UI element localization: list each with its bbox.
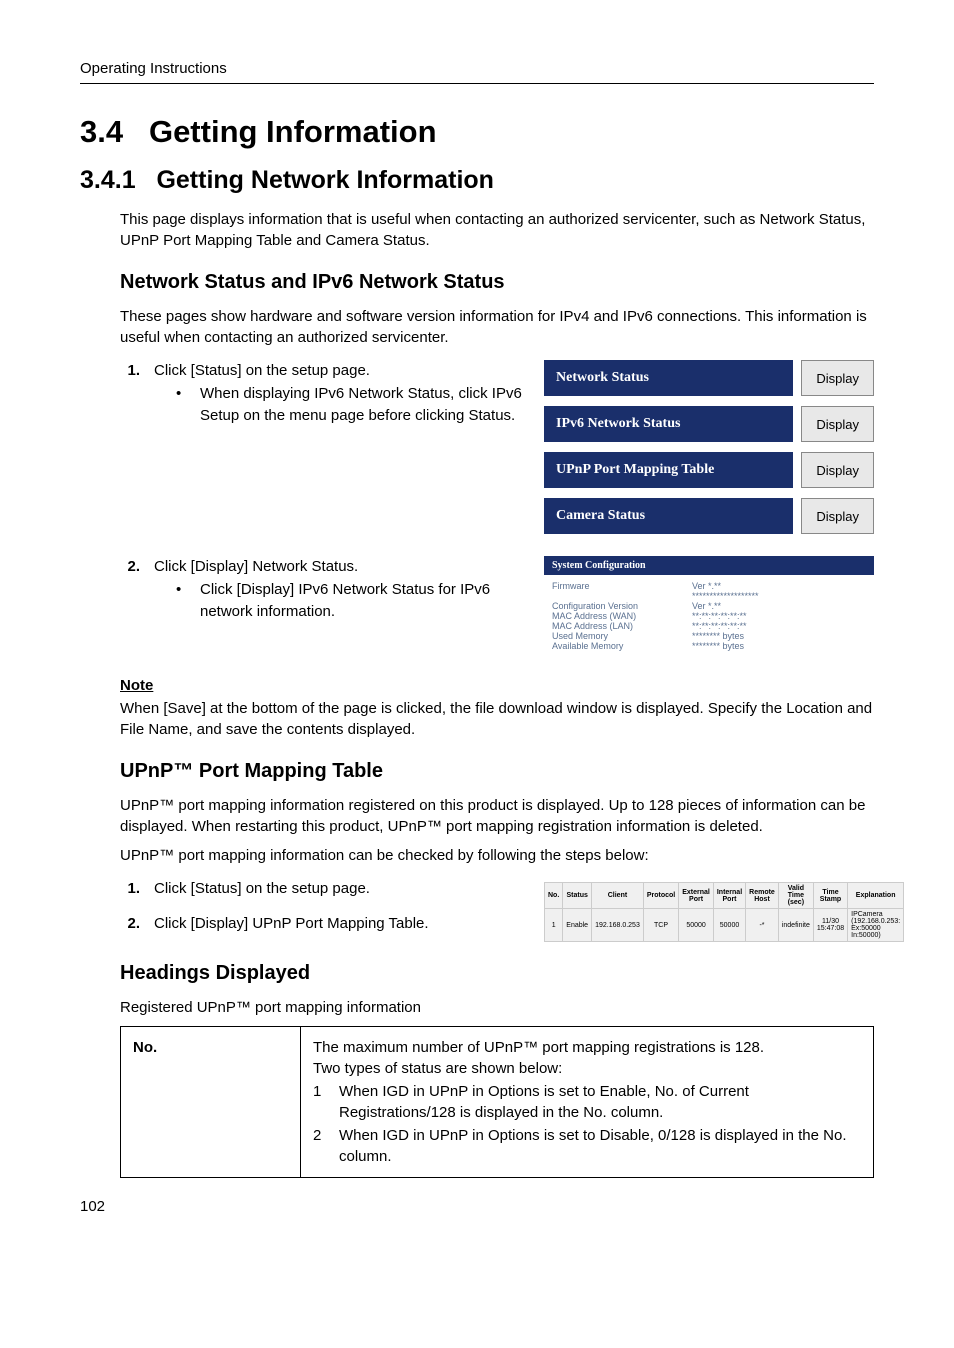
step-number-1: 1. (120, 360, 154, 428)
headings-item1-text: When IGD in UPnP in Options is set to En… (339, 1081, 861, 1123)
table-header: No. (545, 883, 563, 909)
display-button-camera[interactable]: Display (801, 498, 874, 534)
table-header: Client (592, 883, 644, 909)
table-header: Internal Port (713, 883, 745, 909)
upnp-p1: UPnP™ port mapping information registere… (120, 795, 874, 837)
headings-item1-num: 1 (313, 1081, 339, 1123)
headings-line1: The maximum number of UPnP™ port mapping… (313, 1037, 861, 1058)
page-header: Operating Instructions (80, 60, 874, 77)
upnp-step2-text: Click [Display] UPnP Port Mapping Table. (154, 913, 429, 936)
note-heading: Note (120, 677, 874, 694)
subsection-number: 3.4.1 (80, 166, 136, 194)
sysconf-val: ******** bytes (692, 641, 744, 651)
headings-line2: Two types of status are shown below: (313, 1058, 861, 1079)
intro-paragraph: This page displays information that is u… (120, 209, 874, 251)
panel-camera-status: Camera Status (544, 498, 793, 534)
section-heading-main: 3.4 Getting Information (80, 114, 874, 150)
table-cell: 1 (545, 909, 563, 942)
table-header: Valid Time (sec) (778, 883, 813, 909)
section-number: 3.4 (80, 114, 123, 149)
sysconf-val: **:**:**:**:**:** (692, 621, 747, 631)
table-cell: IPCamera (192.168.0.253: Ex:50000 In:500… (848, 909, 904, 942)
sysconf-key: MAC Address (LAN) (552, 621, 692, 631)
headings-item2-num: 2 (313, 1125, 339, 1167)
sysconf-val: ******************* (692, 591, 759, 601)
sysconf-key (552, 591, 692, 601)
table-header: Protocol (643, 883, 678, 909)
table-cell: 50000 (713, 909, 745, 942)
step-1-text: Click [Status] on the setup page. (154, 360, 524, 383)
upnp-mapping-table: No. Status Client Protocol External Port… (544, 882, 904, 942)
network-status-heading: Network Status and IPv6 Network Status (120, 271, 874, 294)
display-button-network-status[interactable]: Display (801, 360, 874, 396)
upnp-step2-num: 2. (120, 913, 154, 936)
table-cell: indefinite (778, 909, 813, 942)
panel-upnp-table: UPnP Port Mapping Table (544, 452, 793, 488)
headings-displayed-heading: Headings Displayed (120, 962, 874, 985)
table-cell: 11/30 15:47:08 (813, 909, 847, 942)
panel-network-status: Network Status (544, 360, 793, 396)
table-header: Status (563, 883, 592, 909)
step-2-text: Click [Display] Network Status. (154, 556, 524, 579)
table-cell: 192.168.0.253 (592, 909, 644, 942)
section-heading-sub: 3.4.1 Getting Network Information (80, 166, 874, 195)
table-cell: 50000 (679, 909, 714, 942)
page-number: 102 (80, 1198, 874, 1215)
table-header: Explanation (848, 883, 904, 909)
table-header: Remote Host (746, 883, 779, 909)
bullet-icon: • (176, 383, 200, 428)
step-1-bullet: When displaying IPv6 Network Status, cli… (200, 383, 524, 428)
subsection-title: Getting Network Information (156, 166, 494, 194)
display-button-ipv6-status[interactable]: Display (801, 406, 874, 442)
sysconf-title: System Configuration (544, 556, 874, 575)
display-button-upnp[interactable]: Display (801, 452, 874, 488)
upnp-p2: UPnP™ port mapping information can be ch… (120, 845, 874, 866)
panel-ipv6-status: IPv6 Network Status (544, 406, 793, 442)
sysconf-key: MAC Address (WAN) (552, 611, 692, 621)
network-status-desc: These pages show hardware and software v… (120, 306, 874, 348)
note-text: When [Save] at the bottom of the page is… (120, 698, 874, 740)
headings-col-no: No. (121, 1027, 301, 1178)
sysconf-key: Available Memory (552, 641, 692, 651)
table-header: Time Stamp (813, 883, 847, 909)
sysconf-val: ******** bytes (692, 631, 744, 641)
table-header: External Port (679, 883, 714, 909)
upnp-step1-num: 1. (120, 878, 154, 901)
sysconf-val: **:**:**:**:**:** (692, 611, 747, 621)
table-cell: -* (746, 909, 779, 942)
step-2-bullet: Click [Display] IPv6 Network Status for … (200, 579, 524, 624)
sysconf-key: Configuration Version (552, 601, 692, 611)
upnp-heading: UPnP™ Port Mapping Table (120, 760, 874, 783)
sysconf-key: Firmware (552, 581, 692, 591)
sysconf-key: Used Memory (552, 631, 692, 641)
step-number-2: 2. (120, 556, 154, 624)
sysconf-val: Ver *.** (692, 581, 721, 591)
table-cell: Enable (563, 909, 592, 942)
table-cell: TCP (643, 909, 678, 942)
sysconf-val: Ver *.** (692, 601, 721, 611)
section-title: Getting Information (149, 114, 437, 149)
bullet-icon: • (176, 579, 200, 624)
headings-table: No. The maximum number of UPnP™ port map… (120, 1026, 874, 1178)
headings-item2-text: When IGD in UPnP in Options is set to Di… (339, 1125, 861, 1167)
upnp-step1-text: Click [Status] on the setup page. (154, 878, 370, 901)
headings-desc: Registered UPnP™ port mapping informatio… (120, 997, 874, 1018)
